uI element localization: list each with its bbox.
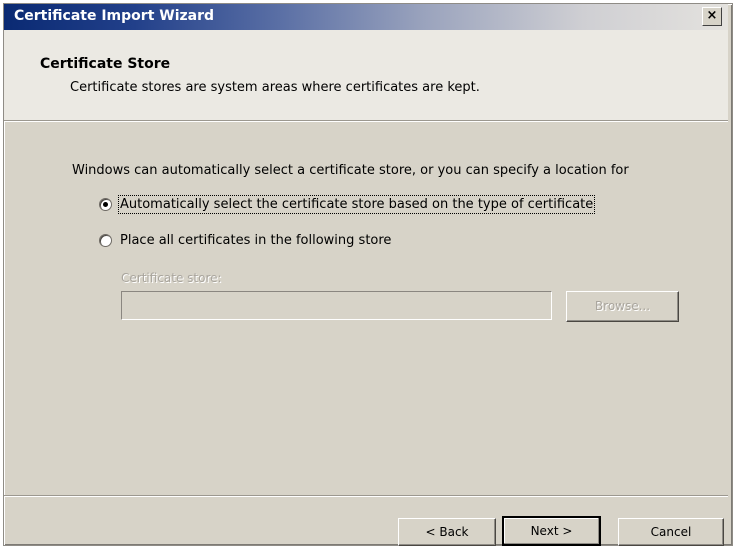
page-description: Certificate stores are system areas wher… [70, 80, 480, 95]
next-button[interactable]: Next > [502, 516, 601, 546]
cancel-button-label: Cancel [650, 525, 692, 539]
radio-place-in-store[interactable]: Place all certificates in the following … [99, 231, 391, 249]
radio-place-in-store-label[interactable]: Place all certificates in the following … [120, 233, 391, 248]
radio-auto-select-label[interactable]: Automatically select the certificate sto… [117, 194, 596, 214]
cancel-button[interactable]: Cancel [618, 518, 724, 546]
browse-button[interactable]: Browse... [566, 291, 679, 322]
radio-auto-select-button[interactable] [99, 197, 112, 211]
back-button-label: < Back [425, 525, 469, 539]
header-divider [4, 120, 728, 122]
browse-button-label: Browse... [594, 299, 651, 313]
page-title: Certificate Store [40, 56, 171, 72]
close-icon[interactable]: × [702, 7, 722, 26]
footer-divider [4, 495, 728, 497]
certificate-store-field[interactable] [121, 291, 552, 320]
title-bar: Certificate Import Wizard × [4, 4, 728, 30]
certificate-store-label: Certificate store: [121, 271, 222, 285]
wizard-header: Certificate Store Certificate stores are… [4, 30, 728, 120]
intro-text: Windows can automatically select a certi… [72, 163, 629, 178]
window-title: Certificate Import Wizard [14, 8, 215, 24]
radio-auto-select[interactable]: Automatically select the certificate sto… [99, 194, 596, 214]
next-button-label: Next > [530, 524, 573, 538]
back-button[interactable]: < Back [398, 518, 496, 546]
radio-place-in-store-button[interactable] [99, 233, 112, 247]
